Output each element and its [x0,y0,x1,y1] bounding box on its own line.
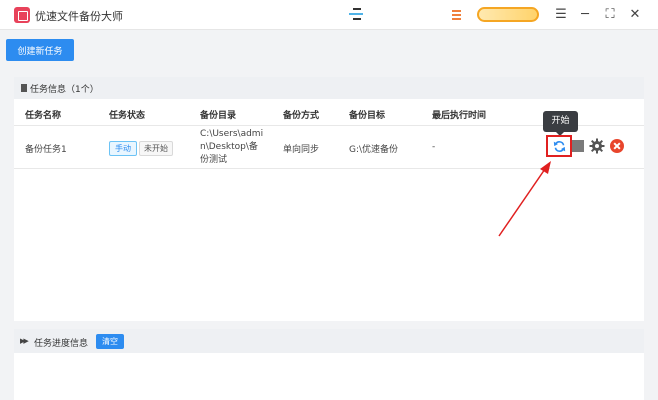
task-name: 备份任务1 [25,145,67,155]
progress-panel-title: 任务进度信息 [34,339,89,349]
task-panel-header: 任务信息（1个） [14,77,644,99]
document-icon [21,84,27,92]
source-directory: C:\Users\admin\Desktop\备份测试 [200,129,264,165]
sync-icon [553,141,566,152]
skin-icon[interactable] [348,8,364,22]
start-tooltip: 开始 [543,111,578,136]
start-button[interactable] [546,135,572,157]
task-panel-title: 任务信息（1个） [30,85,99,95]
settings-button[interactable] [589,138,605,154]
last-run-time: - [432,142,436,152]
close-button[interactable]: ✕ [626,6,644,24]
create-task-button[interactable]: 创建新任务 [6,39,74,61]
maximize-button[interactable]: ⛶ [601,6,619,24]
column-header-last-run: 最后执行时间 [432,111,487,121]
feedback-icon[interactable] [452,9,461,21]
task-info-panel: 任务信息（1个） 任务名称 任务状态 备份目录 备份方式 备份目标 最后执行时间… [14,77,644,321]
mode-badge: 手动 [109,141,137,156]
title-bar: 优速文件备份大师 ☰ ─ ⛶ ✕ [0,0,658,30]
vip-badge[interactable] [477,7,539,22]
backup-method: 单向同步 [283,145,320,155]
column-header-status: 任务状态 [109,111,146,121]
backup-target: G:\优速备份 [349,145,399,155]
gear-icon [589,138,605,154]
menu-button[interactable]: ☰ [552,6,570,24]
expand-icon[interactable]: ▶▶ [20,337,29,345]
column-header-method: 备份方式 [283,111,320,121]
column-header-name: 任务名称 [25,111,62,121]
progress-panel-header: ▶▶ 任务进度信息 清空 [14,329,644,353]
progress-panel: ▶▶ 任务进度信息 清空 [14,329,644,400]
app-logo-icon [14,7,30,23]
divider [14,168,644,169]
column-header-target: 备份目标 [349,111,386,121]
status-badge: 未开始 [139,141,173,156]
clear-button[interactable]: 清空 [96,334,124,349]
minimize-button[interactable]: ─ [576,6,594,24]
column-header-source: 备份目录 [200,111,237,121]
delete-button[interactable] [610,139,624,153]
stop-button[interactable] [572,140,584,152]
app-title: 优速文件备份大师 [35,10,123,23]
